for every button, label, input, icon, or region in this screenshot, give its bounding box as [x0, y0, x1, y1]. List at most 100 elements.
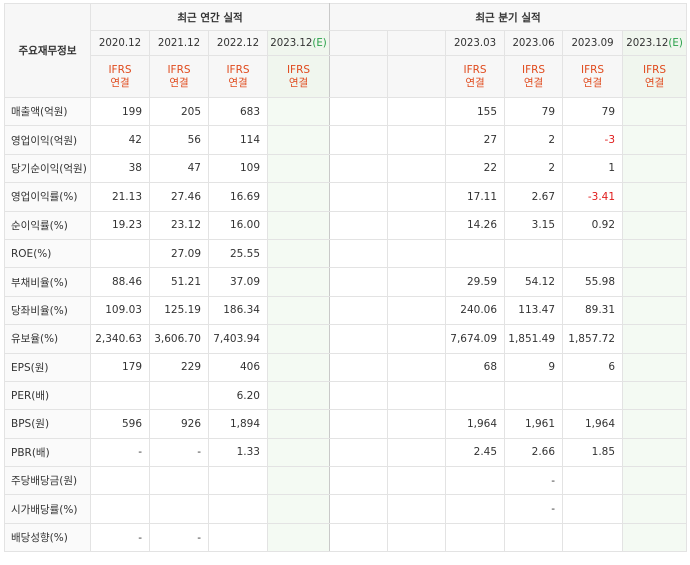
cell-quarterly	[387, 522, 447, 553]
cell-quarterly	[387, 466, 447, 496]
estimate-mark: (E)	[668, 37, 683, 49]
cell-quarterly	[329, 409, 389, 439]
cell-annual	[208, 466, 268, 496]
cell-annual: 1.33	[208, 437, 268, 468]
cell-quarterly: 17.11	[445, 182, 506, 212]
cell-annual: 56	[149, 125, 209, 155]
cell-annual: 1,894	[208, 409, 268, 439]
cell-annual: 229	[149, 352, 209, 382]
row-label: EPS(원)	[4, 352, 91, 382]
cell-quarterly	[329, 267, 389, 297]
cell-quarterly	[622, 153, 688, 184]
cell-quarterly	[329, 96, 389, 127]
cell-quarterly	[504, 238, 564, 269]
table-row: 시가배당률(%) -	[4, 494, 688, 524]
cell-quarterly	[622, 295, 688, 326]
row-label: 배당성향(%)	[4, 522, 91, 553]
cell-quarterly: 22	[445, 153, 506, 184]
period-quarterly-2: 2023.03	[445, 30, 506, 56]
cell-quarterly	[622, 522, 688, 553]
ifrs-label-9: IFRS 연결	[622, 55, 688, 98]
cell-annual	[266, 324, 331, 354]
quarterly-header: 최근 분기 실적	[329, 3, 688, 31]
row-label: PER(배)	[4, 380, 91, 411]
cell-quarterly	[329, 238, 389, 269]
ifrs-label-2: IFRS 연결	[208, 55, 268, 98]
cell-quarterly	[387, 125, 447, 155]
cell-annual: 596	[90, 409, 150, 439]
period-annual-2: 2022.12	[208, 30, 268, 56]
cell-quarterly: 27	[445, 125, 506, 155]
annual-header: 최근 연간 실적	[89, 3, 331, 31]
row-label: 영업이익률(%)	[4, 182, 91, 212]
cell-quarterly	[445, 380, 506, 411]
period-quarterly-1	[387, 30, 447, 56]
cell-annual: 179	[90, 352, 150, 382]
cell-quarterly	[622, 466, 688, 496]
cell-annual	[266, 96, 331, 127]
cell-quarterly	[622, 409, 688, 439]
cell-annual	[266, 380, 331, 411]
cell-quarterly	[504, 522, 564, 553]
financial-summary: { "headers": { "corner": "주요재무정보", "annu…	[0, 0, 690, 565]
cell-annual: 7,403.94	[208, 324, 268, 354]
period-quarterly-5: 2023.12(E)	[622, 30, 688, 56]
cell-annual	[266, 267, 331, 297]
cell-quarterly: 7,674.09	[445, 324, 506, 354]
cell-quarterly: 1,964	[562, 409, 624, 439]
cell-quarterly	[445, 522, 506, 553]
cell-annual: 23.12	[149, 210, 209, 240]
cell-quarterly: 89.31	[562, 295, 624, 326]
cell-quarterly: -3.41	[562, 182, 624, 212]
ifrs-label-3: IFRS 연결	[266, 55, 331, 98]
cell-quarterly	[329, 380, 389, 411]
table-row: 영업이익(억원) 42 56 114 27 2 -3	[4, 125, 688, 155]
cell-quarterly	[387, 210, 447, 240]
cell-quarterly: -	[504, 494, 564, 524]
cell-quarterly: 2.66	[504, 437, 564, 468]
row-label: ROE(%)	[4, 238, 91, 269]
cell-quarterly: 79	[562, 96, 624, 127]
cell-annual: 406	[208, 352, 268, 382]
cell-annual: 6.20	[208, 380, 268, 411]
cell-annual	[90, 494, 150, 524]
period-quarterly-4: 2023.09	[562, 30, 624, 56]
cell-quarterly: 2	[504, 125, 564, 155]
cell-quarterly	[622, 96, 688, 127]
financial-table: 주요재무정보 최근 연간 실적 최근 분기 실적 2020.12 2021.12 2…	[4, 3, 688, 553]
cell-quarterly: 1,964	[445, 409, 506, 439]
cell-quarterly	[504, 380, 564, 411]
cell-quarterly: 1,961	[504, 409, 564, 439]
ifrs-label-1: IFRS 연결	[149, 55, 209, 98]
cell-annual	[90, 380, 150, 411]
cell-quarterly: 6	[562, 352, 624, 382]
cell-annual: 51.21	[149, 267, 209, 297]
table-row: 주당배당금(원) -	[4, 466, 688, 496]
cell-quarterly: 2.45	[445, 437, 506, 468]
cell-quarterly	[387, 409, 447, 439]
cell-annual: -	[149, 437, 209, 468]
cell-annual	[149, 494, 209, 524]
cell-annual: 109	[208, 153, 268, 184]
cell-quarterly	[622, 210, 688, 240]
cell-quarterly	[562, 494, 624, 524]
table-row: BPS(원) 596 926 1,894 1,964 1,961 1,964	[4, 409, 688, 439]
cell-annual: 47	[149, 153, 209, 184]
cell-quarterly	[622, 238, 688, 269]
row-label: PBR(배)	[4, 437, 91, 468]
cell-annual	[266, 352, 331, 382]
cell-quarterly: 14.26	[445, 210, 506, 240]
cell-annual: 37.09	[208, 267, 268, 297]
cell-annual: 205	[149, 96, 209, 127]
table-row: 유보율(%) 2,340.63 3,606.70 7,403.94 7,674.09 1,…	[4, 324, 688, 354]
cell-quarterly	[387, 380, 447, 411]
cell-quarterly	[387, 153, 447, 184]
cell-annual: 926	[149, 409, 209, 439]
cell-annual: -	[90, 437, 150, 468]
cell-quarterly: 55.98	[562, 267, 624, 297]
cell-quarterly	[329, 153, 389, 184]
table-row: 당좌비율(%) 109.03 125.19 186.34 240.06 113.47 89.…	[4, 295, 688, 326]
cell-quarterly	[329, 522, 389, 553]
cell-annual: 16.00	[208, 210, 268, 240]
cell-quarterly: 79	[504, 96, 564, 127]
